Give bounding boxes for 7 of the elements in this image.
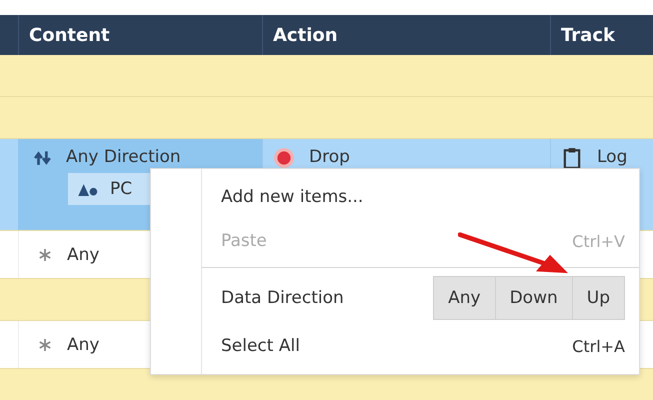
table-cell: Log bbox=[597, 147, 628, 167]
table-cell: Any Direction bbox=[66, 147, 181, 167]
menu-label: Data Direction bbox=[221, 288, 344, 308]
table-cell: Any bbox=[67, 244, 100, 264]
table-cell: PC bbox=[110, 179, 132, 199]
table-cell: Drop bbox=[309, 147, 350, 167]
table-cell: Any bbox=[67, 334, 100, 354]
